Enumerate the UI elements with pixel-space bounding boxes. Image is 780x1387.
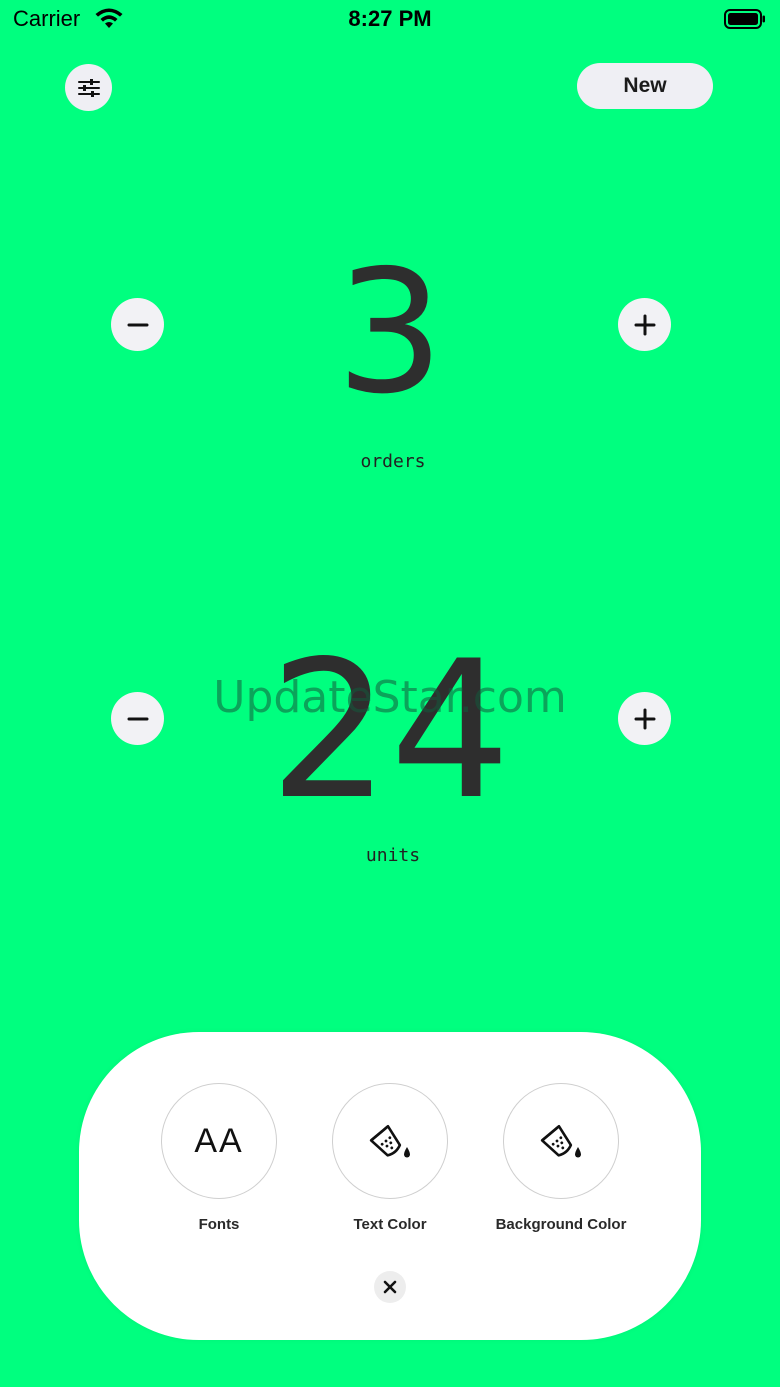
units-label: units [365, 845, 421, 866]
increment-units-button[interactable] [618, 692, 671, 745]
text-color-button[interactable] [332, 1083, 448, 1199]
status-time: 8:27 PM [348, 6, 432, 31]
status-bar: Carrier 8:27 PM [0, 0, 780, 40]
text-color-option[interactable]: Text Color [305, 1083, 475, 1233]
text-color-label: Text Color [353, 1216, 427, 1233]
background-color-button[interactable] [503, 1083, 619, 1199]
background-color-option[interactable]: Background Color [476, 1083, 646, 1233]
background-color-label: Background Color [495, 1216, 627, 1233]
fonts-option[interactable]: AA Fonts [134, 1083, 304, 1233]
style-panel: AA Fonts Text Color Background Color [79, 1032, 701, 1340]
paint-bucket-icon [369, 1124, 410, 1158]
fonts-button[interactable]: AA [161, 1083, 277, 1199]
increment-orders-button[interactable] [618, 298, 671, 351]
sliders-icon [77, 78, 100, 97]
close-icon [383, 1280, 397, 1294]
plus-icon [634, 314, 655, 335]
new-button[interactable]: New [577, 63, 713, 109]
orders-label: orders [360, 451, 426, 472]
battery-icon [724, 9, 765, 29]
fonts-label: Fonts [198, 1216, 240, 1233]
paint-bucket-icon [540, 1124, 581, 1158]
app-screen: Carrier 8:27 PM New 3 orders 24 units Up… [0, 0, 780, 1387]
settings-button[interactable] [65, 64, 112, 111]
plus-icon [634, 708, 655, 729]
font-size-icon: AA [194, 1121, 244, 1160]
close-panel-button[interactable] [374, 1271, 406, 1303]
